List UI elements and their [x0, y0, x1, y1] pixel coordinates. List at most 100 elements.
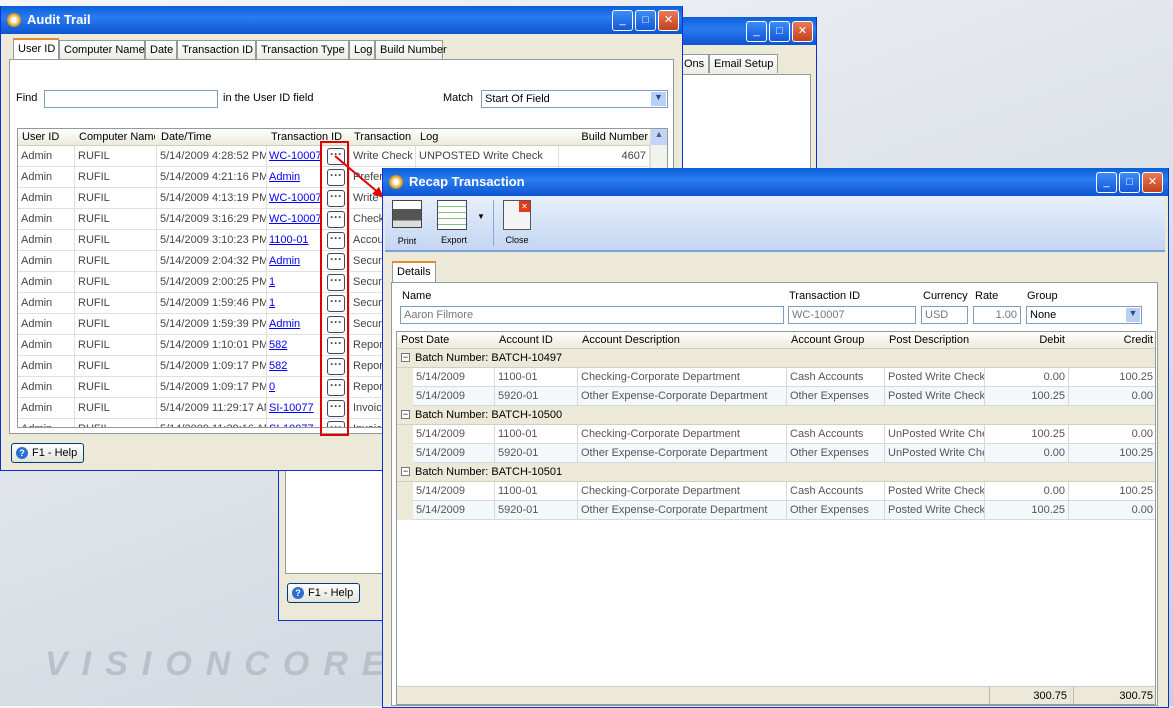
column-header[interactable]: Post Date — [401, 334, 491, 346]
app-icon — [7, 13, 21, 27]
tab-details[interactable]: Details — [392, 261, 436, 282]
table-cell: RUFIL — [75, 419, 157, 427]
transaction-link[interactable]: 582 — [269, 339, 287, 351]
column-header[interactable]: Date/Time — [161, 131, 265, 143]
maximize-button[interactable]: □ — [635, 10, 656, 31]
minimize-button[interactable]: _ — [746, 21, 767, 42]
table-cell: RUFIL — [75, 293, 157, 314]
close-toolbar-button[interactable]: ✕ Close — [499, 200, 535, 245]
column-header[interactable]: Credit — [1073, 334, 1153, 346]
batch-group-row[interactable]: − Batch Number: BATCH-10497 — [397, 349, 1155, 368]
tab-transaction-id[interactable]: Transaction ID — [177, 40, 256, 59]
app-icon — [389, 175, 403, 189]
transaction-link[interactable]: 1 — [269, 297, 275, 309]
tab-date[interactable]: Date — [145, 40, 177, 59]
transaction-link[interactable]: SI-10077 — [269, 402, 314, 414]
tab-log[interactable]: Log — [349, 40, 375, 59]
column-header[interactable]: Computer Name — [79, 131, 155, 143]
rate-field[interactable]: 1.00 — [973, 306, 1021, 324]
collapse-icon[interactable]: − — [401, 467, 410, 476]
table-cell: 0.00 — [985, 444, 1069, 463]
help-button[interactable]: ? F1 - Help — [287, 583, 361, 603]
print-button[interactable]: Print — [389, 200, 425, 246]
transaction-link[interactable]: Admin — [269, 255, 300, 267]
export-button[interactable]: ▼ Export — [433, 200, 489, 245]
column-header[interactable]: Account Description — [582, 334, 783, 346]
close-button[interactable]: ✕ — [658, 10, 679, 31]
tab-email-setup[interactable]: Email Setup — [709, 54, 779, 73]
table-cell: 5/14/2009 2:00:25 PM — [157, 272, 267, 293]
table-cell: 5/14/2009 — [413, 501, 495, 520]
table-cell: Admin — [18, 419, 75, 427]
transaction-link[interactable]: WC-10007 — [269, 213, 322, 225]
tab-computer-name[interactable]: Computer Name — [59, 40, 145, 59]
column-header[interactable]: Log — [420, 131, 557, 143]
column-header[interactable]: Debit — [989, 334, 1065, 346]
table-cell: 5/14/2009 3:16:29 PM — [157, 209, 267, 230]
name-field[interactable]: Aaron Filmore — [400, 306, 784, 324]
title-bar[interactable]: Audit Trail — [1, 6, 682, 34]
tab-build-number[interactable]: Build Number — [375, 40, 447, 59]
pointer-arrow — [334, 155, 384, 198]
transaction-id-field[interactable]: WC-10007 — [788, 306, 916, 324]
rate-label: Rate — [975, 290, 999, 302]
maximize-button[interactable]: □ — [1119, 172, 1140, 193]
find-input[interactable] — [44, 90, 218, 108]
batch-indent — [397, 368, 413, 406]
toolbar: Print ▼ Export ✕ Close — [385, 196, 1165, 252]
transaction-link[interactable]: 582 — [269, 360, 287, 372]
title-bar[interactable]: Recap Transaction — [383, 168, 1168, 196]
table-cell: Admin — [18, 251, 75, 272]
table-cell: Other Expenses — [787, 501, 885, 520]
batch-label: Batch Number: BATCH-10500 — [415, 409, 563, 421]
tab-strip: User ID Computer Name Date Transaction ID Tr… — [13, 38, 673, 60]
column-header[interactable]: Build Number — [563, 131, 648, 143]
table-cell: RUFIL — [75, 167, 157, 188]
table-cell: UNPOSTED Write Check — [416, 146, 559, 167]
close-button[interactable]: ✕ — [1142, 172, 1163, 193]
total-credit: 300.75 — [1073, 687, 1155, 704]
totals-row: 300.75 300.75 — [397, 686, 1155, 704]
table-cell: Cash Accounts — [787, 482, 885, 501]
column-header[interactable]: Transaction 1 — [354, 131, 414, 143]
table-cell: Checking-Corporate Department — [578, 425, 787, 444]
table-cell: 1100-01 — [495, 368, 578, 387]
group-select[interactable]: None ▼ — [1026, 306, 1142, 324]
column-header[interactable]: User ID — [22, 131, 73, 143]
match-select[interactable]: Start Of Field ▼ — [481, 90, 668, 108]
column-header[interactable]: Post Description — [889, 334, 981, 346]
dropdown-arrow-icon[interactable]: ▼ — [477, 212, 485, 221]
transaction-link[interactable]: 1100-01 — [269, 234, 309, 246]
help-icon: ? — [16, 447, 28, 459]
tab-ons[interactable]: Ons — [679, 54, 709, 73]
transaction-link[interactable]: SI-10077 — [269, 423, 314, 427]
transaction-link[interactable]: Admin — [269, 171, 300, 183]
maximize-button[interactable]: □ — [769, 21, 790, 42]
tab-transaction-type[interactable]: Transaction Type — [256, 40, 349, 59]
currency-field[interactable]: USD — [921, 306, 968, 324]
transaction-link[interactable]: WC-10007 — [269, 150, 322, 162]
scroll-up-button[interactable]: ▲ — [651, 129, 667, 145]
minimize-button[interactable]: _ — [612, 10, 633, 31]
transaction-link[interactable]: Admin — [269, 318, 300, 330]
column-header[interactable]: Account ID — [499, 334, 574, 346]
table-cell: Admin — [18, 314, 75, 335]
close-button[interactable]: ✕ — [792, 21, 813, 42]
minimize-button[interactable]: _ — [1096, 172, 1117, 193]
column-header[interactable]: Account Group — [791, 334, 881, 346]
batch-group-row[interactable]: − Batch Number: BATCH-10501 — [397, 463, 1155, 482]
table-cell: 5/14/2009 1:09:17 PM — [157, 356, 267, 377]
tab-user-id[interactable]: User ID — [13, 38, 59, 59]
help-button[interactable]: ? F1 - Help — [11, 443, 85, 463]
collapse-icon[interactable]: − — [401, 410, 410, 419]
table-cell: 5/14/2009 — [413, 482, 495, 501]
table-cell: Checking-Corporate Department — [578, 368, 787, 387]
batch-group-row[interactable]: − Batch Number: BATCH-10500 — [397, 406, 1155, 425]
transaction-link[interactable]: WC-10007 — [269, 192, 322, 204]
table-cell: Admin — [18, 167, 75, 188]
recap-grid: Post Date Account ID Account Description Ac… — [396, 331, 1156, 705]
collapse-icon[interactable]: − — [401, 353, 410, 362]
transaction-link[interactable]: 0 — [269, 381, 275, 393]
transaction-link[interactable]: 1 — [269, 276, 275, 288]
table-cell: RUFIL — [75, 230, 157, 251]
